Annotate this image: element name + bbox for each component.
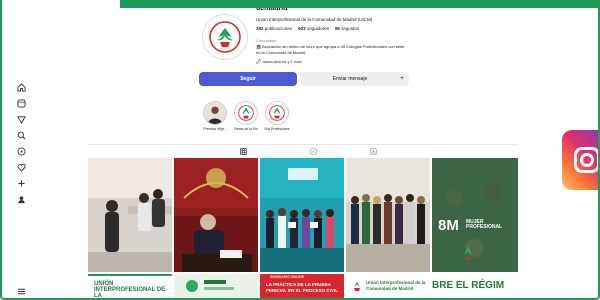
reels-icon[interactable]: [16, 98, 26, 108]
profile-stats: 392 publicaciones 603 seguidores 96 segu…: [256, 26, 359, 31]
post-tile[interactable]: [174, 158, 258, 272]
post-caption: Unión Interprofesional de la Comunidad d…: [366, 280, 426, 291]
post-caption: BRE EL RÉGIM: [432, 280, 505, 291]
post-subcaption: MUJER PROFESIONAL: [466, 219, 503, 230]
stat-following[interactable]: 96 seguidos: [335, 26, 359, 31]
stat-followers[interactable]: 603 seguidores: [298, 26, 329, 31]
post-caption: UNIÓN INTERPROFESIONAL DE LA: [94, 281, 166, 299]
post-caption: LA PRÁCTICA DE LA PRUEBA PERICIAL EN EL …: [266, 282, 338, 293]
posts-grid-tab[interactable]: [238, 147, 248, 155]
highlight-label: Premios Migr...: [203, 127, 227, 131]
reels-tab[interactable]: [308, 147, 318, 155]
highlight-retos[interactable]: Retos de la Viv: [231, 101, 261, 131]
left-navigation: [10, 8, 32, 300]
post-photo-meeting: [88, 158, 172, 272]
profile-bio: 🏛 Asociación sin ánimo de lucro que agru…: [256, 44, 405, 55]
highlight-label: Día Profesiones: [264, 127, 290, 131]
profile-full-name: Unión Interprofesional de la Comunidad d…: [256, 17, 373, 22]
uicm-logo-icon: [354, 282, 360, 291]
post-tile[interactable]: [88, 158, 172, 272]
highlight-cover: [265, 101, 289, 125]
post-graphic-logos: [174, 274, 258, 300]
home-icon[interactable]: [16, 82, 26, 92]
post-tile[interactable]: [260, 158, 344, 272]
highlight-label: Retos de la Viv: [234, 127, 258, 131]
highlight-premios[interactable]: Premios Migr...: [200, 101, 230, 131]
create-plus-icon[interactable]: [16, 178, 26, 188]
reels-tab-icon: [309, 147, 317, 155]
post-tile[interactable]: Unión Interprofesional de la Comunidad d…: [346, 274, 430, 300]
instagram-profile-screen: ucmadrid Unión Interprofesional de la Co…: [10, 8, 546, 300]
link-icon: [256, 59, 261, 64]
highlight-dia-profesiones[interactable]: Día Profesiones: [262, 101, 292, 131]
post-photo-award-group: [260, 158, 344, 272]
post-tile[interactable]: [346, 158, 430, 272]
highlight-cover: [203, 101, 227, 125]
post-tile[interactable]: [174, 274, 258, 300]
explore-icon[interactable]: [16, 146, 26, 156]
profile-category: Comunidad: [256, 38, 277, 43]
grid-icon: [239, 147, 247, 155]
post-tile[interactable]: UNIÓN INTERPROFESIONAL DE LA: [88, 274, 172, 300]
stat-posts[interactable]: 392 publicaciones: [256, 26, 292, 31]
profile-icon[interactable]: [16, 194, 26, 204]
profile-link[interactable]: www.uicm.es y 1 más: [256, 59, 301, 64]
post-caption-8m: 8M: [438, 217, 459, 234]
instagram-logo-icon: [562, 130, 600, 190]
notifications-heart-icon[interactable]: [16, 162, 26, 172]
profile-tabs: [88, 144, 518, 156]
tagged-icon: [369, 147, 377, 155]
post-photo-group-women: [346, 158, 430, 272]
uicm-logo-icon: [209, 21, 241, 53]
header-accent-bar: [120, 0, 600, 8]
send-icon[interactable]: [16, 114, 26, 124]
post-tile[interactable]: BRE EL RÉGIM: [432, 274, 518, 300]
send-message-button[interactable]: Enviar mensaje: [300, 72, 400, 86]
suggested-accounts-button[interactable]: +: [395, 72, 409, 86]
tagged-tab[interactable]: [368, 147, 378, 155]
profile-username: ucmadrid: [256, 8, 288, 12]
post-graphic-8m: [432, 158, 518, 272]
post-subcaption: SEMINARIO ONLINE: [270, 275, 305, 279]
menu-icon[interactable]: [16, 286, 26, 296]
post-tile[interactable]: 8M MUJER PROFESIONAL: [432, 158, 518, 272]
follow-button[interactable]: Seguir: [199, 72, 297, 86]
search-icon[interactable]: [16, 130, 26, 140]
highlight-cover: [234, 101, 258, 125]
post-photo-signing: [174, 158, 258, 272]
profile-avatar[interactable]: [202, 14, 248, 60]
post-tile[interactable]: SEMINARIO ONLINE LA PRÁCTICA DE LA PRUEB…: [260, 274, 344, 300]
